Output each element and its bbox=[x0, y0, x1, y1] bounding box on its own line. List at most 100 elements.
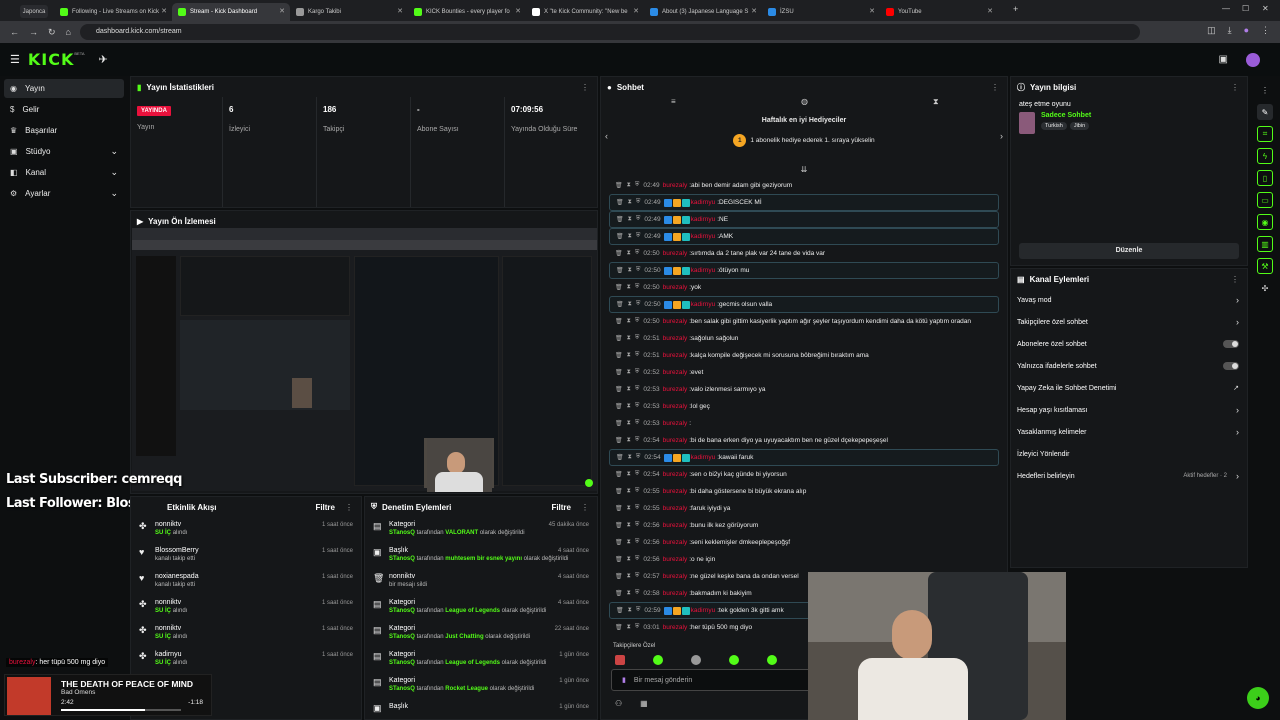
chevron-right-icon[interactable]: › bbox=[1236, 405, 1239, 415]
chat-username[interactable]: burezaly bbox=[663, 335, 688, 342]
moderator-name[interactable]: STanosQ bbox=[389, 530, 415, 536]
browser-tab[interactable]: Kargo Takibi ✕ bbox=[290, 3, 408, 21]
edit-button[interactable]: Düzenle bbox=[1019, 243, 1239, 259]
activity-filter-button[interactable]: Filtre bbox=[315, 503, 335, 512]
close-tab-icon[interactable]: ✕ bbox=[161, 7, 167, 15]
hourglass-icon[interactable]: ⧗ bbox=[933, 97, 939, 107]
trash-icon[interactable]: 🗑 bbox=[616, 454, 624, 461]
browser-tab[interactable]: About (3) Japanese Language S ✕ bbox=[644, 3, 762, 21]
ban-icon[interactable]: ⛨ bbox=[635, 539, 640, 546]
chat-username[interactable]: burezaly bbox=[663, 522, 688, 529]
activity-user[interactable]: nonniktv bbox=[155, 599, 187, 606]
chat-username[interactable]: burezaly bbox=[663, 573, 688, 580]
trash-icon[interactable]: 🗑 bbox=[615, 182, 623, 189]
ban-icon[interactable]: ⛨ bbox=[636, 233, 641, 240]
channel-action-item[interactable]: İzleyici Yönlendir bbox=[1011, 443, 1247, 465]
chat-username[interactable]: burezaly bbox=[663, 556, 688, 563]
chat-username[interactable]: kadirnyu bbox=[691, 233, 716, 240]
sidebar-item-5[interactable]: ⚙ Ayarlar ⌄ bbox=[4, 184, 124, 203]
chat-username[interactable]: kadirnyu bbox=[691, 267, 716, 274]
chat-menu-icon[interactable]: ⋮ bbox=[991, 83, 999, 92]
emote-icon[interactable] bbox=[653, 655, 663, 665]
timeout-icon[interactable]: ⧗ bbox=[627, 471, 631, 478]
ban-icon[interactable]: ⛨ bbox=[636, 267, 641, 274]
signal-icon[interactable]: ◉ bbox=[1257, 214, 1273, 230]
chevron-right-icon[interactable]: › bbox=[1000, 131, 1003, 141]
tag-chip[interactable]: Turkish bbox=[1041, 122, 1067, 130]
trash-icon[interactable]: 🗑 bbox=[615, 471, 623, 478]
channel-action-item[interactable]: Takipçilere özel sohbet › bbox=[1011, 311, 1247, 333]
channel-actions-menu-icon[interactable]: ⋮ bbox=[1231, 275, 1239, 284]
mic-icon[interactable]: ▮ bbox=[622, 676, 626, 684]
close-tab-icon[interactable]: ✕ bbox=[515, 7, 521, 15]
timeout-icon[interactable]: ⧗ bbox=[627, 352, 631, 359]
timeout-icon[interactable]: ⧗ bbox=[627, 318, 631, 325]
channel-action-item[interactable]: Hedefleri belirleyin Aktif hedefler · 2 › bbox=[1011, 465, 1247, 487]
chat-username[interactable]: kadirnyu bbox=[691, 199, 716, 206]
ban-icon[interactable]: ⛨ bbox=[635, 505, 640, 512]
stream-preview-video[interactable] bbox=[132, 228, 597, 491]
stats-menu-icon[interactable]: ⋮ bbox=[581, 83, 589, 92]
close-tab-icon[interactable]: ✕ bbox=[279, 7, 285, 15]
timeout-icon[interactable]: ⧗ bbox=[627, 488, 631, 495]
browser-tab[interactable]: YouTube ✕ bbox=[880, 3, 998, 21]
emote-icon[interactable] bbox=[691, 655, 701, 665]
chat-username[interactable]: burezaly bbox=[663, 369, 688, 376]
moderation-filter-button[interactable]: Filtre bbox=[551, 503, 571, 512]
chat-username[interactable]: burezaly bbox=[663, 505, 688, 512]
moderation-menu-icon[interactable]: ⋮ bbox=[581, 503, 589, 512]
ban-icon[interactable]: ⛨ bbox=[636, 216, 641, 223]
chevron-down-icon[interactable]: ⌄ bbox=[110, 167, 118, 178]
trash-icon[interactable]: 🗑 bbox=[615, 352, 623, 359]
stream-info-menu-icon[interactable]: ⋮ bbox=[1231, 83, 1239, 92]
chat-username[interactable]: burezaly bbox=[663, 352, 688, 359]
timeout-icon[interactable]: ⧗ bbox=[627, 573, 631, 580]
scroll-down-icon[interactable]: ⇊ bbox=[601, 165, 1007, 177]
activity-user[interactable]: noxianespada bbox=[155, 573, 199, 580]
clipboard-icon[interactable]: ▯ bbox=[1257, 170, 1273, 186]
minimize-icon[interactable]: — bbox=[1222, 4, 1230, 13]
settings-icon[interactable]: ▦ bbox=[640, 699, 648, 708]
external-link-icon[interactable]: ↗ bbox=[1233, 384, 1239, 392]
trash-icon[interactable]: 🗑 bbox=[616, 607, 624, 614]
timeout-icon[interactable]: ⧗ bbox=[628, 607, 632, 614]
close-tab-icon[interactable]: ✕ bbox=[397, 7, 403, 15]
sidebar-item-1[interactable]: $ Gelir bbox=[4, 100, 124, 119]
channel-action-item[interactable]: Abonelere özel sohbet bbox=[1011, 333, 1247, 355]
timeout-icon[interactable]: ⧗ bbox=[627, 437, 631, 444]
activity-user[interactable]: BlossomBerry bbox=[155, 547, 199, 554]
timeout-icon[interactable]: ⧗ bbox=[627, 539, 631, 546]
home-icon[interactable]: ⌂ bbox=[66, 27, 71, 37]
trash-icon[interactable]: 🗑 bbox=[615, 369, 623, 376]
chat-username[interactable]: burezaly bbox=[663, 624, 688, 631]
sidebar-item-3[interactable]: ▣ Stüdyo ⌄ bbox=[4, 142, 124, 161]
hamburger-icon[interactable]: ☰ bbox=[10, 53, 20, 66]
list-icon[interactable]: ≡ bbox=[671, 97, 676, 106]
rocket-icon[interactable]: ✈ bbox=[99, 53, 108, 66]
timeout-icon[interactable]: ⧗ bbox=[627, 369, 631, 376]
browser-tab[interactable]: X "te Kick Community: "New be ✕ bbox=[526, 3, 644, 21]
chevron-left-icon[interactable]: ‹ bbox=[605, 131, 608, 141]
moderator-name[interactable]: STanosQ bbox=[389, 556, 415, 562]
trash-icon[interactable]: 🗑 bbox=[615, 403, 623, 410]
close-window-icon[interactable]: ✕ bbox=[1262, 4, 1269, 13]
message-icon[interactable]: ▭ bbox=[1257, 192, 1273, 208]
tag-chip[interactable]: Jibin bbox=[1069, 122, 1090, 130]
chat-username[interactable]: burezaly bbox=[663, 437, 688, 444]
chat-username[interactable]: kadirnyu bbox=[691, 454, 716, 461]
trash-icon[interactable]: 🗑 bbox=[615, 420, 623, 427]
ban-icon[interactable]: ⛨ bbox=[635, 403, 640, 410]
timeout-icon[interactable]: ⧗ bbox=[628, 216, 632, 223]
chat-username[interactable]: burezaly bbox=[663, 590, 688, 597]
new-tab-button[interactable]: + bbox=[1013, 4, 1018, 14]
timeout-icon[interactable]: ⧗ bbox=[627, 284, 631, 291]
url-input[interactable]: dashboard.kick.com/stream bbox=[80, 24, 1140, 40]
activity-user[interactable]: nonniktv bbox=[155, 625, 187, 632]
trash-icon[interactable]: 🗑 bbox=[616, 199, 624, 206]
activity-menu-icon[interactable]: ⋮ bbox=[345, 503, 353, 512]
timeout-icon[interactable]: ⧗ bbox=[627, 250, 631, 257]
chat-username[interactable]: burezaly bbox=[663, 488, 688, 495]
menu-icon[interactable]: ⋮ bbox=[1261, 25, 1270, 36]
sidebar-item-0[interactable]: ◉ Yayın bbox=[4, 79, 124, 98]
bubble-icon[interactable]: ◍ bbox=[801, 97, 808, 106]
